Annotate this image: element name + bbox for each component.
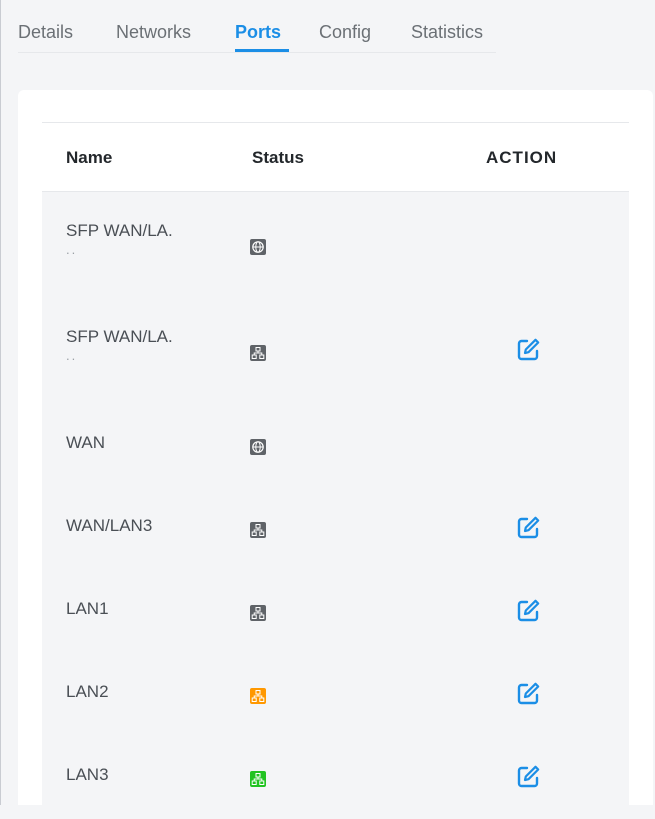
tab-config[interactable]: Config [319, 21, 371, 43]
port-name-text: LAN1 [66, 599, 109, 618]
ports-table: Name Status ACTION SFP WAN/LA... SFP WAN/… [42, 122, 629, 819]
table-row: LAN2 [42, 653, 629, 736]
table-row: WAN/LAN3 [42, 487, 629, 570]
ports-card: Name Status ACTION SFP WAN/LA... SFP WAN/… [18, 90, 653, 819]
table-row: WAN [42, 404, 629, 487]
table-row: SFP WAN/LA... [42, 192, 629, 298]
active-tab-indicator [235, 49, 289, 52]
port-name-text: WAN/LAN3 [66, 516, 153, 535]
network-icon [250, 688, 266, 704]
network-icon [250, 345, 266, 361]
globe-icon [250, 239, 266, 255]
edit-icon[interactable] [514, 514, 542, 542]
port-name: LAN1 [66, 597, 206, 621]
tab-details[interactable]: Details [18, 21, 73, 43]
network-icon [250, 522, 266, 538]
port-name-text: WAN [66, 433, 106, 452]
table-header: Name Status ACTION [42, 122, 629, 192]
window-edge [0, 0, 1, 805]
column-header-action: ACTION [486, 148, 558, 167]
table-row: LAN3 [42, 736, 629, 819]
port-name-text: LAN3 [66, 765, 109, 784]
edit-icon[interactable] [514, 680, 542, 708]
network-icon [250, 605, 266, 621]
port-name-text: SFP WAN/LA. [66, 327, 173, 346]
port-name-text: SFP WAN/LA. [66, 221, 173, 240]
name-truncation: .. [66, 348, 78, 363]
table-body: SFP WAN/LA... SFP WAN/LA... WAN WAN/LAN3 LAN… [42, 192, 629, 819]
tab-ports[interactable]: Ports [235, 21, 281, 43]
tab-statistics[interactable]: Statistics [411, 21, 483, 43]
tab-networks[interactable]: Networks [116, 21, 191, 43]
table-row: SFP WAN/LA... [42, 298, 629, 404]
tab-bar: Details Networks Ports Config Statistics [18, 0, 496, 53]
name-truncation: .. [66, 242, 78, 257]
table-row: LAN1 [42, 570, 629, 653]
column-header-name: Name [66, 148, 113, 167]
globe-icon [250, 439, 266, 455]
port-name: WAN/LAN3 [66, 514, 206, 538]
port-name: LAN3 [66, 763, 206, 787]
port-name: SFP WAN/LA... [66, 325, 206, 363]
edit-icon[interactable] [514, 597, 542, 625]
port-name: WAN [66, 431, 206, 455]
port-name: LAN2 [66, 680, 206, 704]
port-name-text: LAN2 [66, 682, 109, 701]
port-name: SFP WAN/LA... [66, 219, 206, 257]
column-header-status: Status [252, 148, 304, 167]
edit-icon[interactable] [514, 336, 542, 364]
network-icon [250, 771, 266, 787]
edit-icon[interactable] [514, 763, 542, 791]
